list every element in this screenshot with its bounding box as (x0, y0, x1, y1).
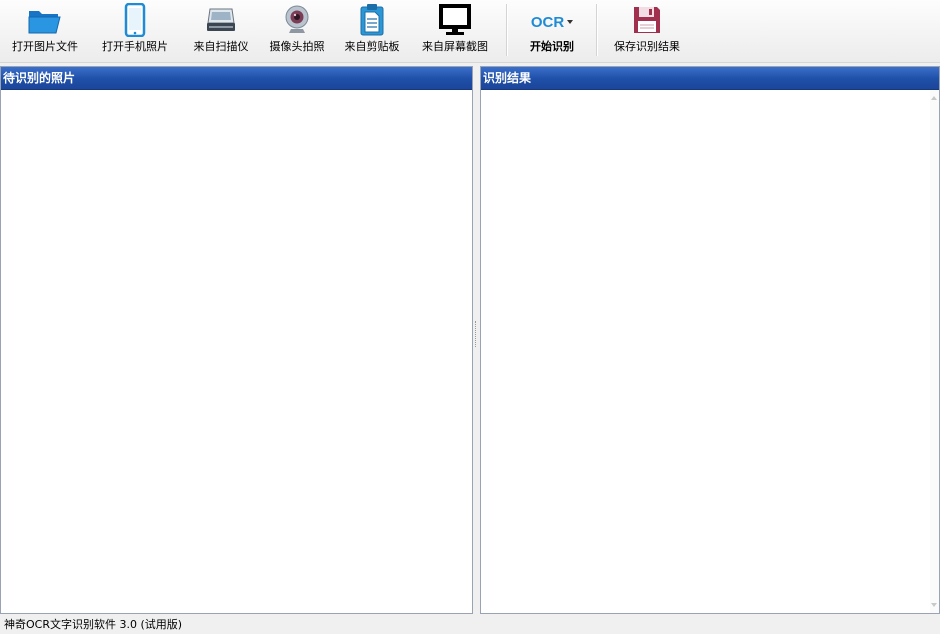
open-phone-photo-button[interactable]: 打开手机照片 (92, 0, 178, 60)
toolbar: 打开图片文件 打开手机照片 来自扫描仪 摄像头拍照 来自剪贴板 来自屏幕截图 O… (0, 0, 940, 63)
webcam-icon (277, 2, 317, 38)
result-text-area[interactable] (481, 90, 929, 613)
toolbar-separator (506, 4, 508, 56)
from-clipboard-label: 来自剪贴板 (344, 40, 400, 53)
from-scanner-label: 来自扫描仪 (193, 40, 249, 53)
webcam-capture-label: 摄像头拍照 (269, 40, 325, 53)
scanner-icon (201, 2, 241, 38)
floppy-disk-icon (627, 2, 667, 38)
result-panel: 识别结果 (480, 66, 940, 614)
open-image-file-button[interactable]: 打开图片文件 (2, 0, 88, 60)
pending-photo-header: 待识别的照片 (1, 67, 472, 90)
screen-capture-label: 来自屏幕截图 (422, 40, 488, 53)
clipboard-icon (352, 2, 392, 38)
phone-icon (115, 2, 155, 38)
pending-photo-area[interactable] (1, 90, 472, 613)
open-image-file-label: 打开图片文件 (12, 40, 78, 53)
splitter-grip-icon (475, 321, 478, 347)
webcam-capture-button[interactable]: 摄像头拍照 (261, 0, 333, 60)
panel-splitter[interactable] (473, 66, 480, 614)
open-phone-photo-label: 打开手机照片 (102, 40, 168, 53)
save-result-button[interactable]: 保存识别结果 (604, 0, 690, 60)
toolbar-separator (596, 4, 598, 56)
screen-capture-button[interactable]: 来自屏幕截图 (412, 0, 498, 60)
ocr-icon: OCR (522, 2, 582, 38)
start-recognition-label: 开始识别 (530, 40, 574, 53)
status-text: 神奇OCR文字识别软件 3.0 (试用版) (4, 618, 183, 631)
result-header: 识别结果 (481, 67, 939, 90)
save-result-label: 保存识别结果 (614, 40, 680, 53)
scroll-up-icon[interactable] (931, 96, 937, 100)
pending-photo-panel: 待识别的照片 (0, 66, 473, 614)
from-clipboard-button[interactable]: 来自剪贴板 (336, 0, 408, 60)
start-recognition-button[interactable]: OCR 开始识别 (514, 0, 590, 60)
ocr-icon-text: OCR (530, 13, 565, 31)
folder-open-icon (25, 2, 65, 38)
dropdown-arrow-icon[interactable] (567, 20, 574, 24)
result-scrollbar[interactable] (930, 90, 939, 613)
from-scanner-button[interactable]: 来自扫描仪 (183, 0, 259, 60)
scroll-down-icon[interactable] (931, 603, 937, 607)
monitor-icon (435, 2, 475, 38)
status-bar: 神奇OCR文字识别软件 3.0 (试用版) (0, 615, 940, 634)
